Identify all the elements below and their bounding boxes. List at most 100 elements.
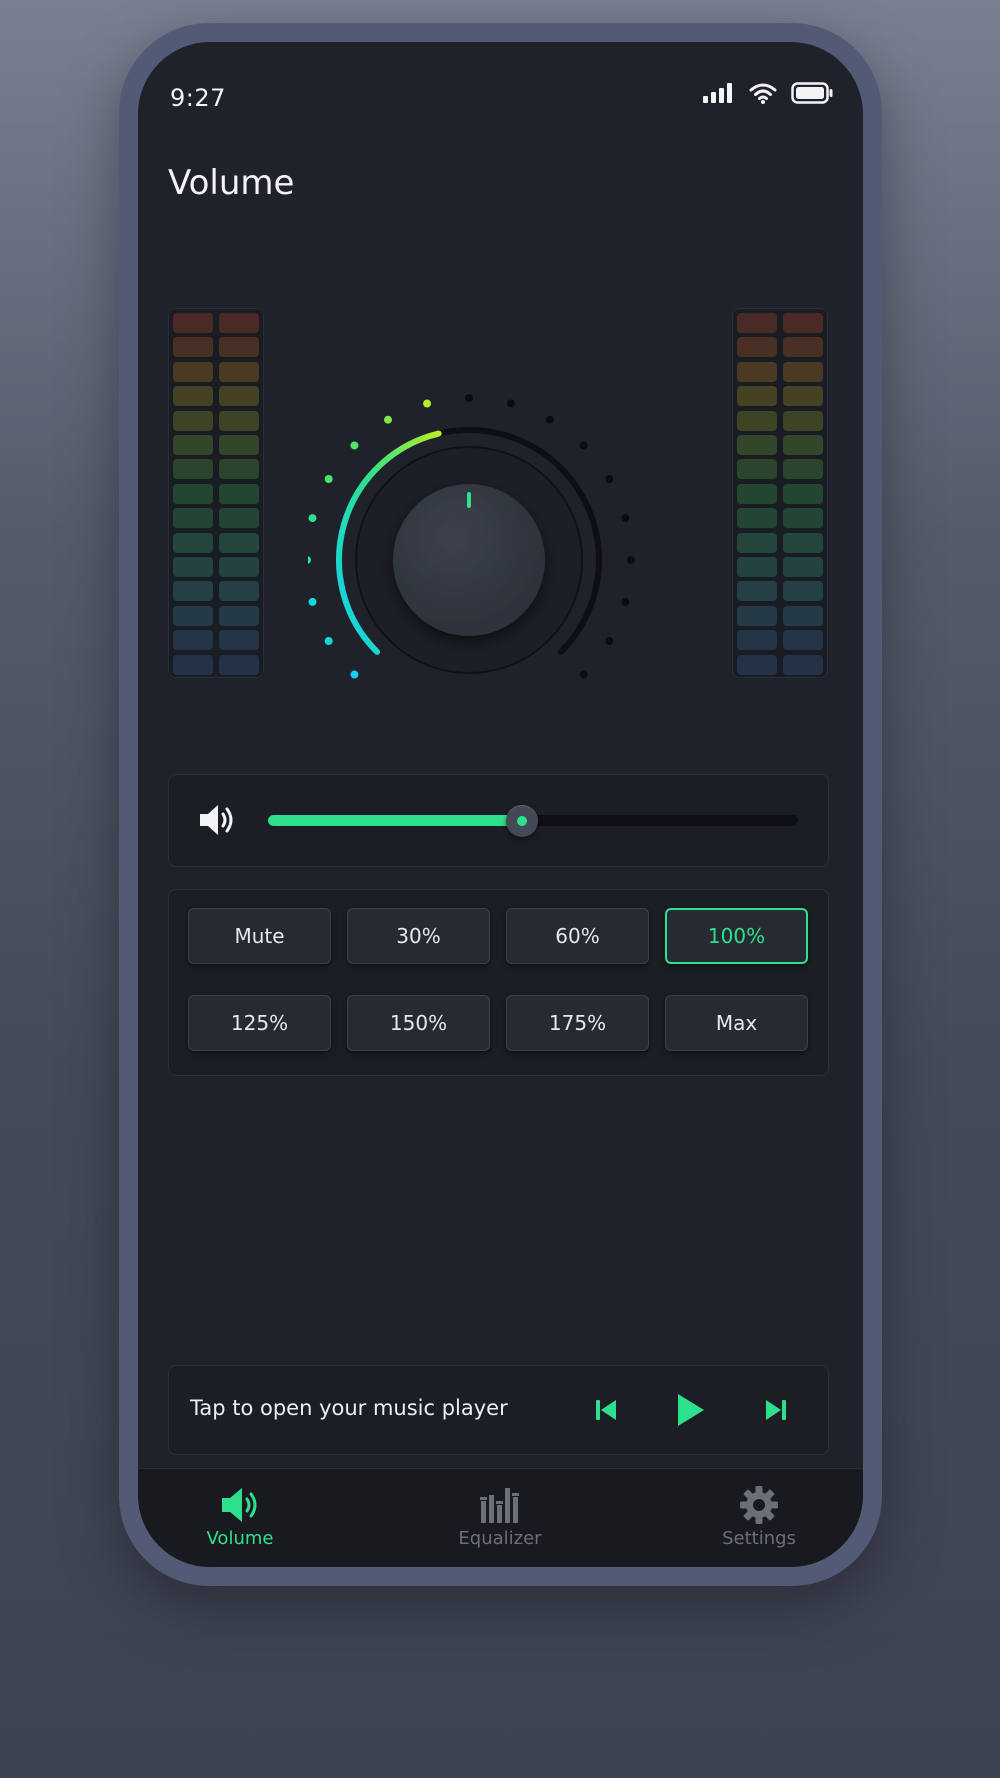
meter-cell	[219, 483, 259, 504]
meter-cell	[219, 313, 259, 333]
meter-cell	[219, 386, 259, 407]
player-prompt[interactable]: Tap to open your music player	[190, 1396, 508, 1420]
meter-cell	[783, 459, 823, 480]
scale-tick-dot	[621, 597, 630, 606]
tab-volume[interactable]: Volume	[170, 1485, 310, 1555]
meter-cell	[737, 654, 777, 675]
volume-knob-graphic[interactable]	[303, 342, 698, 702]
scale-tick-dot	[605, 637, 614, 645]
volume-slider-track[interactable]	[268, 805, 798, 837]
scale-tick-dot	[303, 556, 311, 564]
meter-cell	[219, 459, 259, 480]
meter-cell	[173, 532, 213, 553]
meter-cell	[173, 459, 213, 480]
preset-mute-button[interactable]: Mute	[188, 908, 331, 964]
equalizer-icon	[480, 1488, 519, 1523]
meter-cell	[173, 581, 213, 602]
status-bar: 9:27	[138, 42, 863, 112]
meter-cell	[783, 630, 823, 651]
scale-tick-dot	[308, 597, 317, 606]
meter-cell	[737, 483, 777, 504]
preset-150-button[interactable]: 150%	[347, 995, 490, 1051]
meter-cell	[783, 557, 823, 577]
level-meter-right	[732, 308, 828, 678]
tab-settings[interactable]: Settings	[689, 1485, 829, 1555]
previous-track-icon[interactable]	[588, 1392, 624, 1428]
meter-cell	[173, 483, 213, 504]
meter-cell	[219, 410, 259, 431]
meter-cell	[219, 581, 259, 602]
volume-slider-panel	[168, 774, 829, 867]
tab-volume-label: Volume	[206, 1528, 274, 1549]
status-time: 9:27	[170, 84, 226, 112]
scale-tick-dot	[423, 399, 432, 408]
meter-cell	[173, 654, 213, 675]
scale-tick-dot	[579, 670, 588, 679]
speaker-icon	[222, 1488, 257, 1522]
bottom-tab-bar: Volume Equalizer Settings	[138, 1468, 863, 1567]
meter-cell	[173, 313, 213, 333]
meter-cell	[783, 361, 823, 382]
speaker-icon[interactable]	[196, 802, 236, 838]
meter-cell	[173, 557, 213, 577]
scale-tick-dot	[621, 514, 630, 523]
meter-cell	[783, 508, 823, 529]
scale-tick-dot	[324, 475, 333, 483]
meter-cell	[219, 508, 259, 529]
preset-max-button[interactable]: Max	[665, 995, 808, 1051]
app-screen: 9:27 Volume Mute 30% 60% 100% 125% 150% …	[138, 42, 863, 1567]
meter-cell	[173, 386, 213, 407]
preset-125-button[interactable]: 125%	[188, 995, 331, 1051]
meter-cell	[737, 361, 777, 382]
meter-cell	[173, 410, 213, 431]
meter-cell	[219, 557, 259, 577]
meter-cell	[783, 410, 823, 431]
meter-cell	[783, 654, 823, 675]
level-meter-left	[168, 308, 264, 678]
scale-tick-dot	[350, 441, 359, 450]
meter-cell	[219, 605, 259, 626]
page-title: Volume	[168, 163, 295, 203]
signal-icon	[703, 83, 732, 103]
meter-cell	[737, 386, 777, 407]
scale-tick-dot	[506, 399, 515, 408]
music-player-bar[interactable]: Tap to open your music player	[168, 1365, 829, 1455]
meter-cell	[173, 630, 213, 651]
meter-cell	[737, 410, 777, 431]
meter-cell	[737, 581, 777, 602]
meter-cell	[219, 337, 259, 358]
meter-cell	[173, 605, 213, 626]
preset-60-button[interactable]: 60%	[506, 908, 649, 964]
meter-cell	[783, 386, 823, 407]
volume-slider-thumb[interactable]	[506, 805, 539, 837]
meter-cell	[219, 532, 259, 553]
scale-tick-dot	[384, 415, 392, 424]
next-track-icon[interactable]	[758, 1392, 794, 1428]
scale-tick-dot	[605, 475, 614, 483]
meter-cell	[737, 435, 777, 455]
meter-cell	[173, 508, 213, 529]
preset-30-button[interactable]: 30%	[347, 908, 490, 964]
meter-cell	[783, 581, 823, 602]
meter-cell	[737, 630, 777, 651]
scale-tick-dot	[627, 556, 635, 564]
volume-knob[interactable]	[303, 342, 698, 702]
preset-100-button[interactable]: 100%	[665, 908, 808, 964]
meter-cell	[783, 337, 823, 358]
meter-cell	[219, 361, 259, 382]
meter-cell	[737, 557, 777, 577]
meter-cell	[173, 337, 213, 358]
meter-cell	[219, 435, 259, 455]
phone-frame: 9:27 Volume Mute 30% 60% 100% 125% 150% …	[119, 23, 882, 1586]
wifi-icon	[749, 83, 777, 104]
tab-equalizer[interactable]: Equalizer	[430, 1485, 570, 1555]
meter-cell	[737, 459, 777, 480]
meter-cell	[783, 532, 823, 553]
meter-cell	[737, 532, 777, 553]
play-icon[interactable]	[668, 1389, 710, 1431]
meter-cell	[173, 435, 213, 455]
preset-175-button[interactable]: 175%	[506, 995, 649, 1051]
scale-tick-dot	[308, 514, 317, 523]
meter-cell	[737, 605, 777, 626]
meter-cell	[737, 337, 777, 358]
